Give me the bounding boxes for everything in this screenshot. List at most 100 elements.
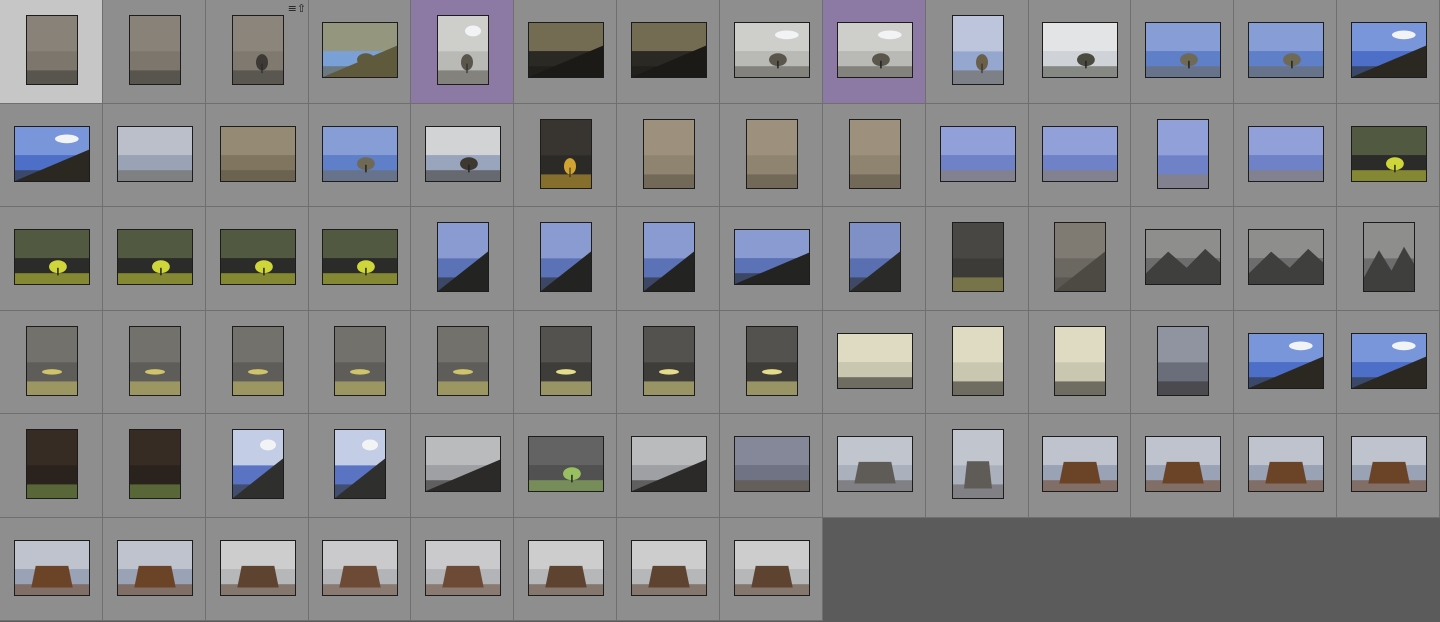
thumbnail-image[interactable] [334, 429, 386, 499]
thumbnail-image[interactable] [14, 126, 90, 182]
thumbnail-cell[interactable] [1029, 0, 1131, 104]
thumbnail-image[interactable] [643, 119, 695, 189]
thumbnail-image[interactable] [940, 126, 1016, 182]
thumbnail-cell[interactable] [1337, 414, 1440, 518]
thumbnail-image[interactable] [1042, 126, 1118, 182]
thumbnail-image[interactable] [425, 540, 501, 596]
thumbnail-cell[interactable] [309, 518, 411, 621]
thumbnail-image[interactable] [1042, 436, 1118, 492]
thumbnail-cell[interactable] [720, 311, 823, 414]
thumbnail-image[interactable] [1145, 22, 1221, 78]
thumbnail-cell[interactable] [1234, 311, 1337, 414]
thumbnail-image[interactable] [437, 15, 489, 85]
thumbnail-cell[interactable] [1029, 104, 1131, 207]
thumbnail-image[interactable] [952, 15, 1004, 85]
thumbnail-cell[interactable] [309, 104, 411, 207]
thumbnail-image[interactable] [232, 429, 284, 499]
thumbnail-cell[interactable] [617, 104, 720, 207]
thumbnail-cell[interactable] [720, 414, 823, 518]
thumbnail-cell[interactable] [0, 104, 103, 207]
thumbnail-image[interactable] [631, 22, 707, 78]
thumbnail-cell[interactable] [823, 414, 926, 518]
thumbnail-cell[interactable] [617, 518, 720, 621]
thumbnail-cell[interactable] [617, 311, 720, 414]
thumbnail-cell[interactable] [206, 207, 309, 311]
thumbnail-image[interactable] [952, 326, 1004, 396]
thumbnail-image[interactable] [322, 126, 398, 182]
thumbnail-cell[interactable] [926, 104, 1029, 207]
thumbnail-image[interactable] [631, 436, 707, 492]
thumbnail-cell[interactable] [0, 518, 103, 621]
thumbnail-image[interactable] [1363, 222, 1415, 292]
thumbnail-image[interactable] [1351, 436, 1427, 492]
thumbnail-image[interactable] [425, 126, 501, 182]
thumbnail-image[interactable] [117, 126, 193, 182]
thumbnail-image[interactable] [437, 326, 489, 396]
thumbnail-image[interactable] [746, 326, 798, 396]
thumbnail-image[interactable] [849, 119, 901, 189]
thumbnail-image[interactable] [746, 119, 798, 189]
thumbnail-cell[interactable] [1234, 104, 1337, 207]
thumbnail-image[interactable] [837, 436, 913, 492]
thumbnail-cell[interactable] [411, 414, 514, 518]
thumbnail-cell[interactable] [206, 414, 309, 518]
thumbnail-image[interactable] [220, 229, 296, 285]
thumbnail-cell[interactable] [926, 0, 1029, 104]
thumbnail-image[interactable] [1351, 22, 1427, 78]
thumbnail-image[interactable] [1248, 22, 1324, 78]
thumbnail-cell[interactable] [206, 518, 309, 621]
thumbnail-cell[interactable] [720, 518, 823, 621]
thumbnail-image[interactable] [14, 229, 90, 285]
thumbnail-cell[interactable] [720, 207, 823, 311]
thumbnail-image[interactable] [117, 229, 193, 285]
thumbnail-image[interactable] [540, 119, 592, 189]
thumbnail-cell[interactable]: ≡⇧ [206, 0, 309, 104]
thumbnail-cell[interactable] [1131, 0, 1234, 104]
thumbnail-image[interactable] [1054, 326, 1106, 396]
thumbnail-image[interactable] [631, 540, 707, 596]
thumbnail-image[interactable] [425, 436, 501, 492]
thumbnail-image[interactable] [528, 540, 604, 596]
thumbnail-cell[interactable] [0, 207, 103, 311]
thumbnail-image[interactable] [1248, 436, 1324, 492]
thumbnail-cell[interactable] [823, 311, 926, 414]
thumbnail-image[interactable] [952, 429, 1004, 499]
thumbnail-cell[interactable] [1029, 414, 1131, 518]
thumbnail-cell[interactable] [514, 414, 617, 518]
thumbnail-cell[interactable] [514, 0, 617, 104]
thumbnail-image[interactable] [334, 326, 386, 396]
thumbnail-cell[interactable] [617, 414, 720, 518]
thumbnail-cell[interactable] [720, 104, 823, 207]
thumbnail-image[interactable] [437, 222, 489, 292]
thumbnail-image[interactable] [528, 22, 604, 78]
thumbnail-cell[interactable] [103, 0, 206, 104]
thumbnail-image[interactable] [1157, 326, 1209, 396]
thumbnail-image[interactable] [220, 126, 296, 182]
thumbnail-cell[interactable] [411, 311, 514, 414]
thumbnail-image[interactable] [837, 22, 913, 78]
thumbnail-cell[interactable] [411, 104, 514, 207]
thumbnail-cell[interactable] [1337, 311, 1440, 414]
thumbnail-cell[interactable] [206, 311, 309, 414]
thumbnail-cell[interactable] [514, 207, 617, 311]
thumbnail-image[interactable] [26, 326, 78, 396]
thumbnail-image[interactable] [1145, 229, 1221, 285]
thumbnail-cell[interactable] [926, 311, 1029, 414]
thumbnail-cell[interactable] [1234, 207, 1337, 311]
thumbnail-image[interactable] [849, 222, 901, 292]
thumbnail-cell[interactable] [1131, 311, 1234, 414]
thumbnail-cell[interactable] [309, 414, 411, 518]
thumbnail-cell[interactable] [926, 207, 1029, 311]
thumbnail-image[interactable] [322, 540, 398, 596]
thumbnail-cell[interactable] [823, 207, 926, 311]
thumbnail-cell[interactable] [103, 207, 206, 311]
thumbnail-cell[interactable] [617, 0, 720, 104]
thumbnail-image[interactable] [220, 540, 296, 596]
thumbnail-cell[interactable] [926, 414, 1029, 518]
thumbnail-image[interactable] [643, 326, 695, 396]
thumbnail-image[interactable] [322, 22, 398, 78]
thumbnail-cell[interactable] [103, 104, 206, 207]
thumbnail-cell[interactable] [103, 518, 206, 621]
thumbnail-cell[interactable] [103, 311, 206, 414]
thumbnail-cell[interactable] [514, 518, 617, 621]
